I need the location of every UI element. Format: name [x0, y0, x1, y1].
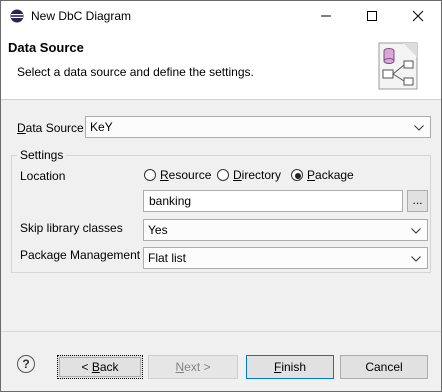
- radio-circle: [144, 169, 156, 181]
- radio-resource-label: Resource: [160, 168, 212, 182]
- location-label: Location: [20, 169, 66, 183]
- radio-package-label: Package: [307, 168, 354, 182]
- minimize-button[interactable]: [303, 1, 349, 31]
- close-button[interactable]: [395, 1, 441, 31]
- window-title: New DbC Diagram: [31, 9, 132, 23]
- minimize-icon: [321, 15, 331, 17]
- location-input-value: banking: [149, 194, 192, 208]
- next-button[interactable]: Next >: [148, 355, 238, 379]
- page-description: Select a data source and define the sett…: [17, 65, 254, 79]
- maximize-icon: [367, 11, 377, 21]
- skip-library-label: Skip library classes: [20, 221, 123, 235]
- data-source-combo[interactable]: KeY: [85, 116, 431, 138]
- radio-circle: [217, 169, 229, 181]
- chevron-down-icon: [411, 228, 421, 234]
- maximize-button[interactable]: [349, 1, 395, 31]
- header-banner: Data Source Select a data source and def…: [1, 31, 441, 100]
- skip-library-combo[interactable]: Yes: [143, 219, 428, 241]
- back-button[interactable]: < Back: [57, 355, 143, 379]
- radio-directory-label: Directory: [233, 168, 282, 182]
- radio-selected-dot: [295, 173, 301, 179]
- chevron-down-icon: [414, 125, 424, 131]
- data-source-label: Data Source: [17, 121, 84, 135]
- title-bar: New DbC Diagram: [1, 1, 441, 31]
- page-title: Data Source: [8, 40, 84, 55]
- location-input[interactable]: banking: [143, 190, 403, 212]
- radio-circle: [291, 169, 303, 181]
- eclipse-app-icon: [10, 9, 24, 23]
- help-button[interactable]: ?: [17, 355, 35, 373]
- finish-button[interactable]: Finish: [246, 355, 334, 379]
- radio-package[interactable]: Package: [291, 168, 357, 184]
- cancel-button[interactable]: Cancel: [340, 355, 428, 379]
- radio-directory[interactable]: Directory: [217, 168, 285, 184]
- close-icon: [412, 10, 424, 22]
- package-management-combo[interactable]: Flat list: [143, 247, 428, 269]
- browse-button[interactable]: ...: [407, 190, 428, 212]
- data-source-value: KeY: [90, 120, 113, 134]
- settings-group-title: Settings: [17, 148, 67, 162]
- chevron-down-icon: [411, 256, 421, 262]
- dialog-window: New DbC Diagram Data Source Select a dat…: [0, 0, 442, 392]
- package-management-label: Package Management: [20, 248, 141, 262]
- package-management-value: Flat list: [148, 251, 187, 265]
- footer-divider: [1, 331, 441, 332]
- radio-resource[interactable]: Resource: [144, 168, 214, 184]
- wizard-diagram-icon: [378, 42, 418, 90]
- skip-library-value: Yes: [148, 223, 168, 237]
